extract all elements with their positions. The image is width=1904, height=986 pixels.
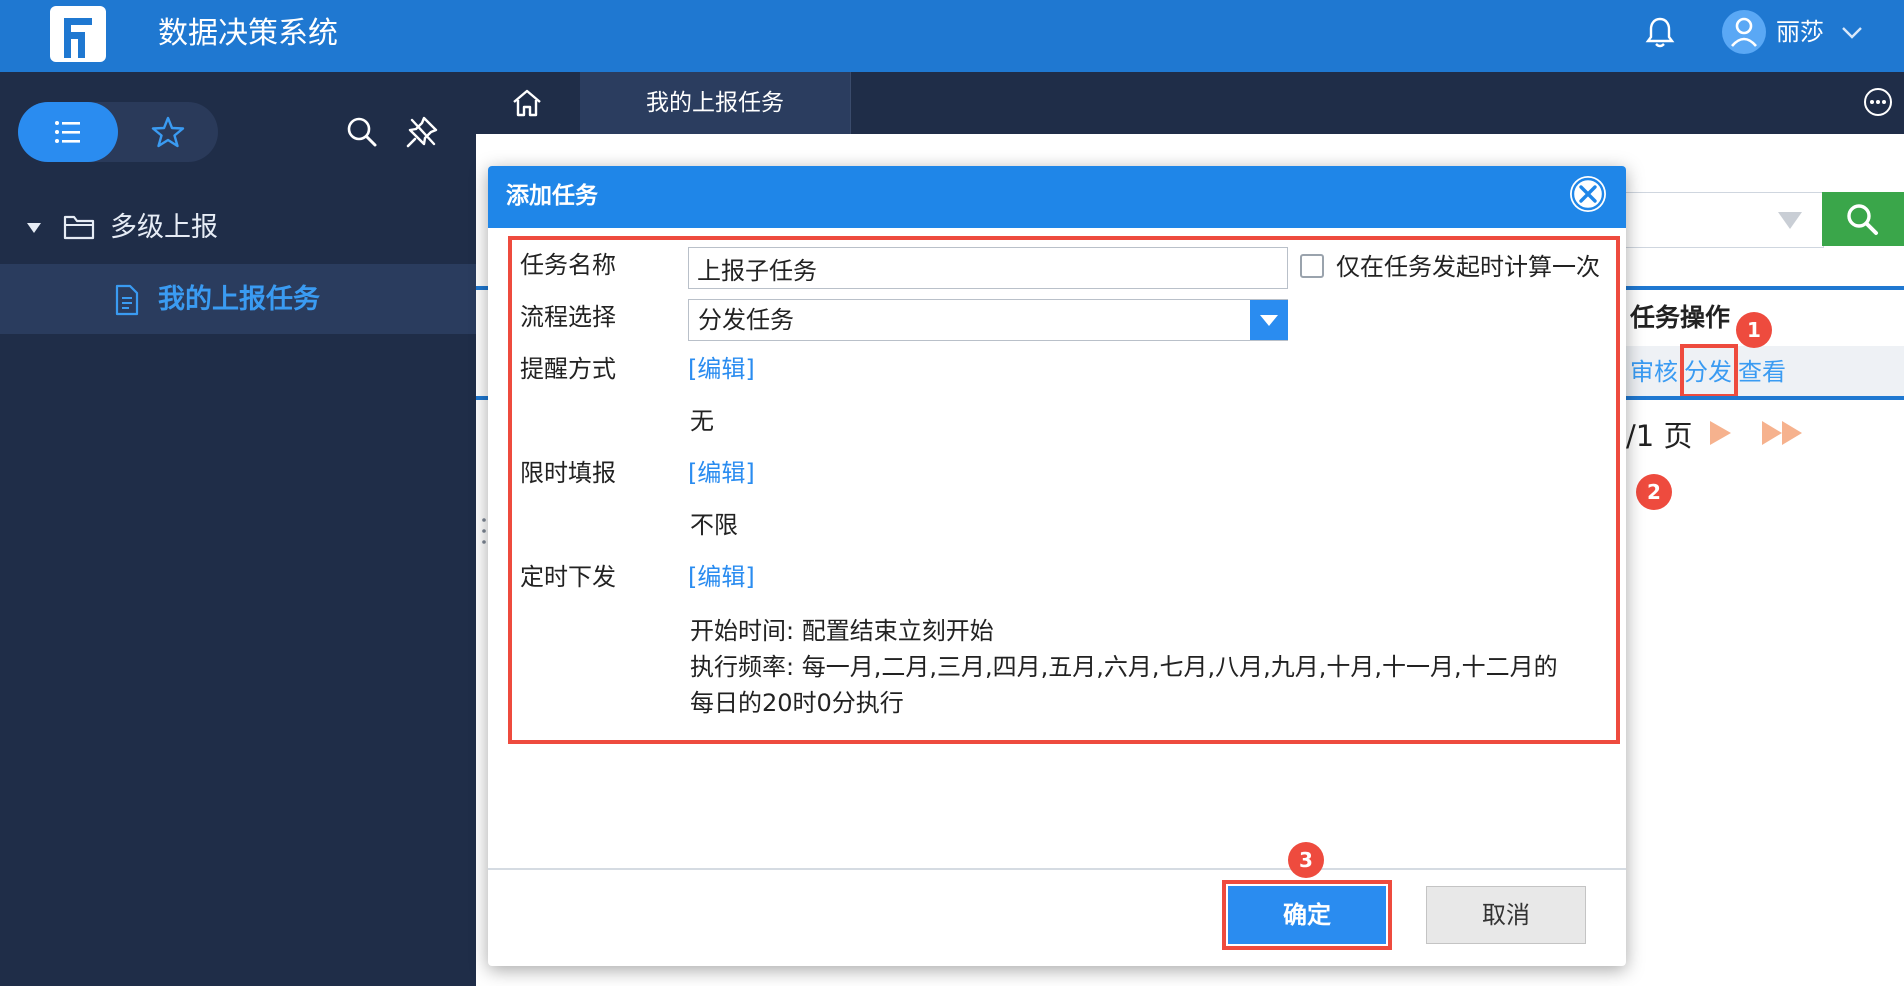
time-limit-label: 限时填报 — [520, 459, 616, 487]
cancel-button[interactable]: 取消 — [1426, 886, 1586, 944]
dialog-title: 添加任务 — [506, 183, 598, 209]
compute-once-checkbox[interactable] — [1300, 254, 1324, 278]
schedule-edit-link[interactable]: [编辑] — [688, 560, 755, 594]
step-marker-2: 2 — [1636, 474, 1672, 510]
close-button[interactable] — [1570, 176, 1606, 212]
reminder-edit-link[interactable]: [编辑] — [688, 352, 755, 386]
highlight-distribute — [1680, 344, 1738, 398]
step-marker-1: 1 — [1736, 312, 1772, 348]
time-limit-edit-link[interactable]: [编辑] — [688, 456, 755, 490]
reminder-label: 提醒方式 — [520, 355, 616, 383]
task-name-input[interactable] — [688, 247, 1288, 289]
user-name[interactable]: 丽莎 — [1776, 14, 1824, 50]
tab-home[interactable] — [476, 72, 581, 134]
table-bottom-border — [1622, 396, 1904, 400]
app-title: 数据决策系统 — [158, 16, 338, 51]
schedule-frequency: 执行频率: 每一月,二月,三月,四月,五月,六月,七月,八月,九月,十月,十一月… — [690, 653, 1558, 681]
search-button[interactable] — [1822, 192, 1904, 246]
folder-icon — [63, 215, 95, 240]
column-header-task-actions: 任务操作 — [1630, 303, 1731, 332]
flow-select-value[interactable]: 分发任务 — [698, 303, 794, 337]
schedule-start-time: 开始时间: 配置结束立刻开始 — [690, 617, 994, 645]
dialog-footer-divider — [488, 868, 1626, 870]
reminder-value: 无 — [690, 407, 714, 435]
star-icon[interactable] — [150, 114, 186, 150]
action-review-link[interactable]: 审核 — [1630, 354, 1678, 390]
list-icon — [55, 121, 80, 143]
avatar[interactable] — [1722, 10, 1766, 54]
more-icon[interactable] — [1862, 86, 1894, 118]
ok-button[interactable]: 确定 — [1228, 886, 1386, 944]
chevron-down-icon — [1260, 315, 1278, 326]
dialog-header — [488, 166, 1626, 228]
schedule-frequency-continued: 每日的20时0分执行 — [690, 689, 904, 717]
action-view-link[interactable]: 查看 — [1738, 354, 1786, 390]
chevron-down-icon[interactable] — [1838, 20, 1866, 44]
user-icon — [1731, 17, 1757, 47]
pagination-text: /1 页 — [1626, 419, 1693, 453]
search-icon[interactable] — [344, 114, 380, 150]
home-icon — [513, 89, 541, 117]
last-page-icon[interactable] — [1760, 418, 1806, 448]
flow-select-dropdown-button[interactable] — [1250, 300, 1288, 340]
sidebar — [0, 72, 476, 986]
document-icon — [115, 284, 139, 316]
list-view-button[interactable] — [18, 102, 118, 162]
compute-once-label[interactable]: 仅在任务发起时计算一次 — [1336, 250, 1600, 284]
tab-label[interactable]: 我的上报任务 — [580, 86, 850, 120]
schedule-label: 定时下发 — [520, 563, 616, 591]
unpin-icon[interactable] — [404, 114, 440, 150]
tree-child-label[interactable]: 我的上报任务 — [158, 282, 320, 318]
next-page-icon[interactable] — [1706, 418, 1734, 448]
triangle-down-icon[interactable] — [1776, 208, 1804, 232]
table-top-border — [1622, 286, 1904, 290]
caret-down-icon[interactable] — [24, 218, 44, 238]
step-marker-3: 3 — [1288, 842, 1324, 878]
close-icon — [1571, 177, 1605, 211]
task-name-label: 任务名称 — [520, 251, 616, 279]
tree-item-label[interactable]: 多级上报 — [110, 210, 218, 246]
app-logo-icon — [50, 6, 106, 62]
time-limit-value: 不限 — [690, 511, 738, 539]
bell-icon[interactable] — [1642, 14, 1678, 50]
search-icon — [1847, 204, 1878, 235]
flow-select-label: 流程选择 — [520, 303, 616, 331]
